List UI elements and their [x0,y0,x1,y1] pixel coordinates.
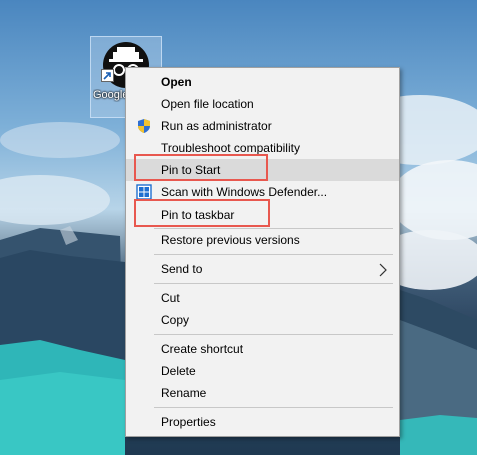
menu-item-label: Open file location [161,97,254,111]
menu-item-open[interactable]: Open [126,71,399,93]
uac-shield-icon [136,118,152,134]
menu-separator [154,407,393,408]
menu-item-copy[interactable]: Copy [126,309,399,331]
menu-item-troubleshoot-compatibility[interactable]: Troubleshoot compatibility [126,137,399,159]
context-menu: Open Open file location Run as administr… [125,67,400,437]
menu-item-label: Copy [161,313,190,327]
menu-separator [154,283,393,284]
menu-item-send-to[interactable]: Send to [126,258,399,280]
menu-separator [154,254,393,255]
windows-defender-icon [136,184,152,200]
menu-item-label: Create shortcut [161,342,244,356]
menu-item-label: Delete [161,364,196,378]
menu-item-properties[interactable]: Properties [126,411,399,433]
menu-item-pin-to-taskbar[interactable]: Pin to taskbar [126,204,399,226]
chevron-right-icon [378,262,388,277]
menu-item-label: Troubleshoot compatibility [161,141,300,155]
menu-item-pin-to-start[interactable]: Pin to Start [126,159,399,181]
shortcut-arrow-icon [101,69,114,82]
menu-item-label: Rename [161,386,207,400]
menu-item-rename[interactable]: Rename [126,382,399,404]
menu-separator [154,334,393,335]
menu-item-label: Run as administrator [161,119,272,133]
menu-item-delete[interactable]: Delete [126,360,399,382]
menu-item-label: Pin to taskbar [161,208,235,222]
menu-item-label: Cut [161,291,180,305]
menu-item-cut[interactable]: Cut [126,287,399,309]
menu-item-label: Pin to Start [161,163,221,177]
menu-item-scan-with-windows-defender[interactable]: Scan with Windows Defender... [126,181,399,203]
menu-item-open-file-location[interactable]: Open file location [126,93,399,115]
menu-item-label: Send to [161,262,203,276]
menu-item-label: Properties [161,415,216,429]
menu-item-restore-previous-versions[interactable]: Restore previous versions [126,229,399,251]
menu-item-label: Restore previous versions [161,233,300,247]
menu-item-create-shortcut[interactable]: Create shortcut [126,338,399,360]
menu-item-label: Open [161,75,192,89]
menu-item-run-as-administrator[interactable]: Run as administrator [126,115,399,137]
menu-item-label: Scan with Windows Defender... [161,185,328,199]
